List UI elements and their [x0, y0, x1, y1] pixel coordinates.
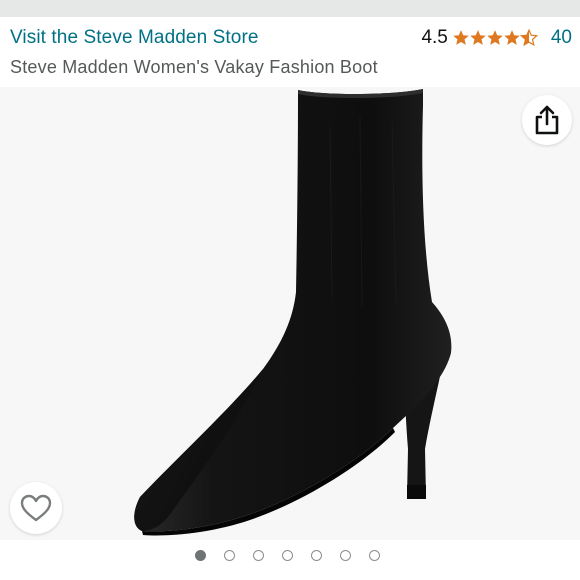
pager-dot[interactable]	[282, 550, 293, 561]
star-icon	[453, 30, 469, 45]
review-count-link[interactable]: 40	[551, 27, 572, 49]
image-gallery[interactable]	[0, 87, 580, 540]
star-icon	[487, 30, 503, 45]
heart-outline-icon	[20, 494, 52, 522]
pager-dot[interactable]	[311, 550, 322, 561]
pager-dot[interactable]	[224, 550, 235, 561]
star-icon	[470, 30, 486, 45]
rating-summary[interactable]: 4.5 40	[421, 27, 572, 49]
pager-dot[interactable]	[340, 550, 351, 561]
top-strip	[0, 0, 580, 17]
star-rating	[452, 29, 538, 47]
share-icon	[535, 105, 559, 135]
star-icon	[504, 30, 520, 45]
half-star-icon	[519, 29, 538, 47]
pager-dots	[195, 550, 398, 561]
rating-value: 4.5	[421, 27, 448, 48]
pager-dot-active[interactable]	[195, 550, 206, 561]
product-image[interactable]	[0, 87, 580, 540]
image-pager	[0, 540, 580, 580]
product-title: Steve Madden Women's Vakay Fashion Boot	[10, 57, 378, 77]
share-button[interactable]	[522, 95, 572, 145]
wishlist-button[interactable]	[10, 482, 62, 534]
product-header: Visit the Steve Madden Store 4.5 40 Stev…	[0, 17, 580, 87]
pager-dot[interactable]	[253, 550, 264, 561]
store-link[interactable]: Visit the Steve Madden Store	[10, 27, 259, 49]
pager-dot[interactable]	[369, 550, 380, 561]
